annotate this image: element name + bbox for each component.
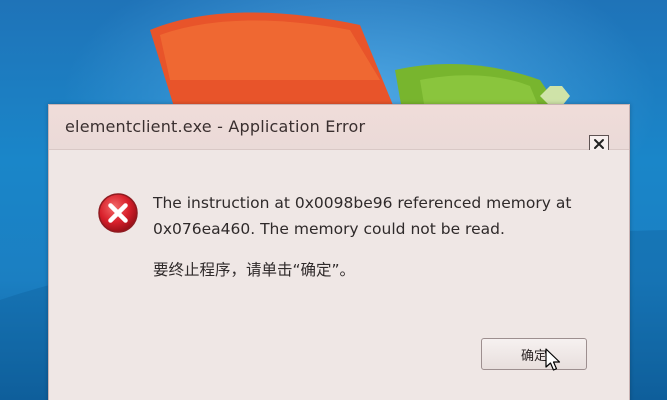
dialog-title: elementclient.exe - Application Error xyxy=(65,117,366,136)
dialog-titlebar[interactable]: elementclient.exe - Application Error xyxy=(49,105,629,153)
close-icon xyxy=(594,139,604,149)
error-message-line-2: 0x076ea460. The memory could not be read… xyxy=(153,220,505,238)
ok-button-label: 确定 xyxy=(520,348,547,364)
ok-button[interactable]: 确定 xyxy=(481,338,587,370)
error-instruction-text: 要终止程序，请单击“确定”。 xyxy=(153,261,356,279)
error-message-line-1: The instruction at 0x0098be96 referenced… xyxy=(153,194,572,212)
dialog-content: The instruction at 0x0098be96 referenced… xyxy=(49,150,629,400)
application-error-dialog: elementclient.exe - Application Error Th… xyxy=(48,104,630,400)
mouse-cursor-icon xyxy=(545,348,561,371)
error-icon xyxy=(98,193,138,233)
